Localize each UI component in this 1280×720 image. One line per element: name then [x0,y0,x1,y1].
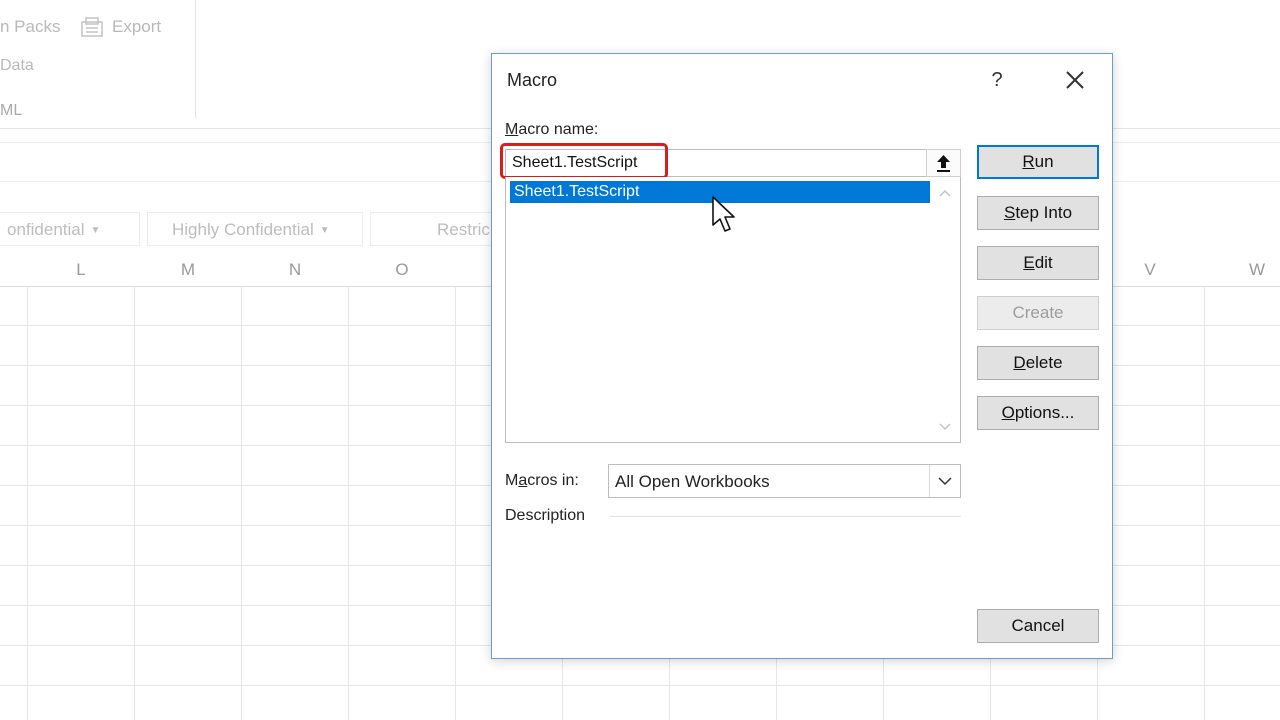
ribbon-group-divider [195,0,196,118]
xml-label: ML [0,102,23,119]
cancel-button[interactable]: Cancel [977,609,1099,643]
sensitivity-highly-confidential-label: Highly Confidential [172,220,314,239]
macros-in-value: All Open Workbooks [615,472,770,491]
column-header-o[interactable]: O [349,254,455,286]
macro-name-label: Macro name: [505,121,599,138]
scroll-down-icon[interactable] [936,419,954,435]
sensitivity-confidential[interactable]: onfidential ▼ [0,212,140,246]
sensitivity-highly-confidential[interactable]: Highly Confidential ▼ [147,212,363,246]
options-button[interactable]: Options... [977,396,1099,430]
help-icon: ? [991,69,1003,91]
macros-in-label: Macros in: [505,472,579,489]
description-label: Description [505,507,586,524]
dropdown-button[interactable] [929,465,960,497]
macro-dialog: Macro ? Macro name: Sheet1.TestScript Sh… [491,53,1113,659]
macros-in-select[interactable]: All Open Workbooks [608,464,961,498]
close-button[interactable] [1050,62,1100,98]
step-into-button[interactable]: Step Into [977,196,1099,230]
arrow-up-icon [937,155,950,172]
data-label: Data [0,57,34,74]
collapse-dialog-button[interactable] [926,149,961,177]
chevron-down-icon: ▼ [319,224,330,236]
export-button[interactable]: Export [112,17,161,37]
sensitivity-restricted[interactable]: Restric [370,212,494,246]
highlight-annotation [500,143,668,179]
close-icon [1066,71,1084,89]
scroll-up-icon[interactable] [936,185,954,201]
packs-button[interactable]: n Packs [0,17,60,37]
mouse-cursor-icon [712,196,735,232]
sensitivity-confidential-label: onfidential [7,220,85,239]
run-button[interactable]: Run [977,145,1099,179]
dialog-title: Macro [507,70,558,90]
export-icon [81,17,103,37]
chevron-down-icon [938,477,952,486]
sensitivity-restricted-label: Restric [437,220,490,239]
help-button[interactable]: ? [982,62,1012,98]
description-divider [610,516,961,517]
column-header-n[interactable]: N [242,254,348,286]
delete-button[interactable]: Delete [977,346,1099,380]
column-header-l[interactable]: L [28,254,134,286]
create-button[interactable]: Create [977,296,1099,330]
edit-button[interactable]: Edit [977,246,1099,280]
chevron-down-icon: ▼ [90,224,101,236]
column-header-w[interactable]: W [1204,254,1280,286]
column-header-m[interactable]: M [135,254,241,286]
